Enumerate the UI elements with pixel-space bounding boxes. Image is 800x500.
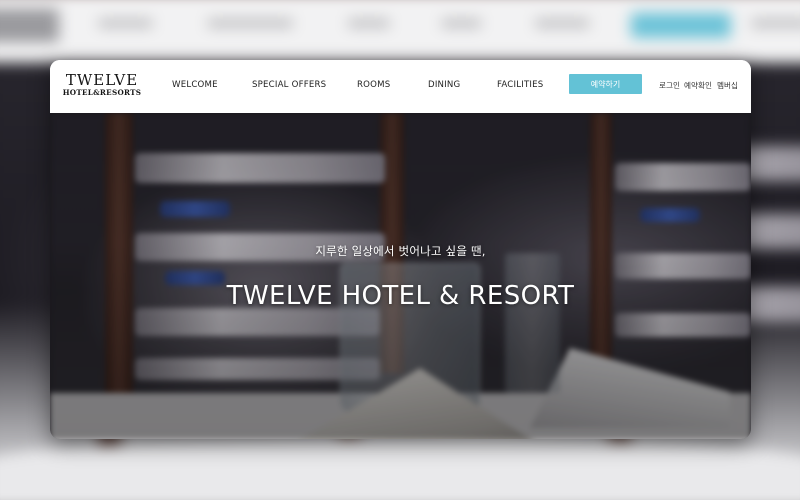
brand-name: TWELVE	[65, 71, 139, 89]
nav-item-rooms[interactable]: ROOMS	[357, 80, 390, 90]
nav-item-dining[interactable]: DINING	[428, 80, 460, 90]
hero-title: TWELVE HOTEL & RESORT	[226, 281, 575, 311]
website-preview-card: TWELVE HOTEL&RESORTS WELCOME SPECIAL OFF…	[50, 60, 751, 439]
nav-item-special-offers[interactable]: SPECIAL OFFERS	[252, 80, 326, 90]
login-link[interactable]: 로그인	[659, 80, 680, 91]
top-navigation: TWELVE HOTEL&RESORTS WELCOME SPECIAL OFF…	[50, 60, 751, 113]
membership-link[interactable]: 멤버십	[717, 80, 738, 91]
reservation-check-link[interactable]: 예약확인	[684, 80, 712, 91]
brand-tagline: HOTEL&RESORTS	[62, 88, 142, 97]
nav-item-welcome[interactable]: WELCOME	[172, 80, 218, 90]
hero-banner: 지루한 일상에서 벗어나고 싶을 땐, TWELVE HOTEL & RESOR…	[50, 113, 751, 439]
reserve-button[interactable]: 예약하기	[569, 74, 642, 94]
hero-subtitle: 지루한 일상에서 벗어나고 싶을 땐,	[315, 244, 486, 258]
brand-logo[interactable]: TWELVE HOTEL&RESORTS	[61, 72, 143, 98]
nav-item-facilities[interactable]: FACILITIES	[497, 80, 543, 90]
